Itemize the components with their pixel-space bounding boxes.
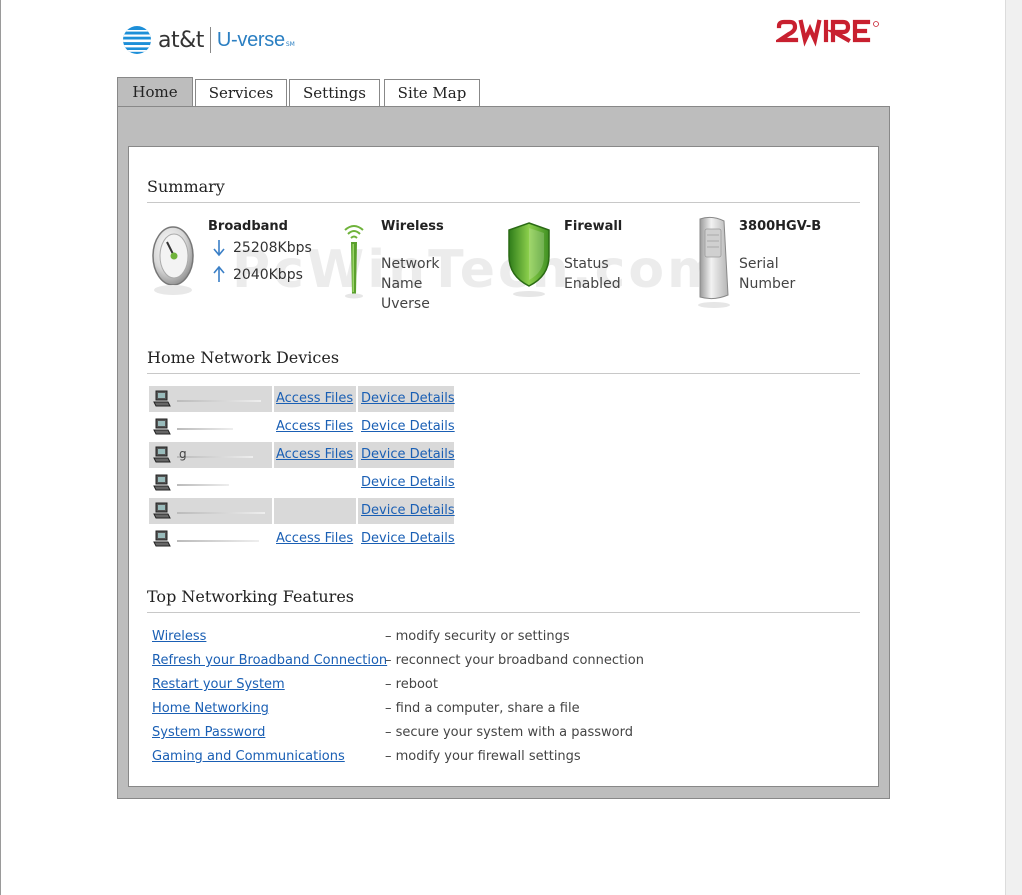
access-files-cell	[274, 498, 356, 524]
features-title: Top Networking Features	[147, 587, 355, 606]
download-speed: 25208Kbps	[233, 240, 312, 256]
broadband-label: Broadband	[208, 219, 288, 234]
tab-services-label: Services	[208, 84, 274, 102]
2wire-logo	[776, 19, 879, 47]
computer-icon	[153, 446, 171, 463]
device-details-link[interactable]: Device Details	[361, 503, 455, 518]
device-details-link[interactable]: Device Details	[361, 391, 455, 406]
device-name-redacted	[177, 400, 261, 402]
upload-speed: 2040Kbps	[233, 267, 303, 283]
serial-number-label: Number	[739, 276, 796, 292]
feature-link[interactable]: System Password	[152, 725, 265, 740]
access-files-link[interactable]: Access Files	[276, 391, 353, 406]
tab-home-label: Home	[132, 83, 178, 101]
device-name-text: g	[179, 447, 187, 461]
wireless-name-label: Name	[381, 276, 423, 292]
computer-icon	[153, 390, 171, 407]
access-files-link[interactable]: Access Files	[276, 531, 353, 546]
device-name-redacted	[177, 540, 259, 542]
computer-icon	[153, 474, 171, 491]
tab-site-map[interactable]: Site Map	[384, 79, 480, 106]
device-name-redacted	[177, 428, 233, 430]
device-model-label: 3800HGV-B	[739, 219, 822, 234]
wireless-antenna-icon	[344, 225, 364, 299]
access-files-link[interactable]: Access Files	[276, 447, 353, 462]
logo-separator	[209, 27, 211, 53]
broadband-gauge-icon	[152, 226, 194, 295]
device-row: Access Files Device Details	[149, 526, 455, 552]
firewall-shield-icon	[508, 222, 550, 297]
device-row: Device Details	[149, 470, 455, 496]
serial-label: Serial	[739, 256, 779, 272]
att-uverse-logo: at&t U-verse SM	[122, 24, 295, 56]
firewall-status-label: Status	[564, 256, 609, 272]
device-row: Device Details	[149, 498, 455, 524]
firewall-label: Firewall	[564, 219, 623, 234]
device-details-link[interactable]: Device Details	[361, 531, 455, 546]
computer-icon	[153, 418, 171, 435]
device-name-redacted	[177, 456, 253, 458]
feature-description: – find a computer, share a file	[385, 701, 580, 716]
devices-title: Home Network Devices	[147, 348, 340, 367]
tab-home[interactable]: Home	[117, 77, 193, 107]
feature-description: – modify security or settings	[385, 629, 570, 644]
access-files-cell	[274, 470, 356, 496]
device-name-redacted	[177, 484, 229, 486]
device-details-link[interactable]: Device Details	[361, 475, 455, 490]
computer-icon	[153, 502, 171, 519]
upload-arrow-icon	[213, 265, 225, 282]
tab-services[interactable]: Services	[195, 79, 287, 106]
uverse-text: U-verse	[216, 28, 285, 51]
tab-site-map-label: Site Map	[397, 84, 467, 102]
summary-divider	[147, 202, 860, 203]
summary-title: Summary	[147, 177, 225, 196]
features-divider	[147, 612, 860, 613]
feature-description: – reboot	[385, 677, 438, 692]
window-frame	[0, 0, 1, 895]
device-row: Access Files Device Details	[149, 386, 455, 412]
feature-link[interactable]: Home Networking	[152, 701, 269, 716]
wireless-network-label: Network	[381, 256, 440, 272]
feature-description: – reconnect your broadband connection	[385, 653, 644, 668]
device-details-link[interactable]: Device Details	[361, 419, 455, 434]
att-globe-icon	[123, 26, 151, 54]
access-files-link[interactable]: Access Files	[276, 419, 353, 434]
download-arrow-icon	[213, 240, 225, 257]
tab-settings[interactable]: Settings	[289, 79, 380, 106]
gateway-device-icon	[698, 216, 730, 308]
feature-link[interactable]: Wireless	[152, 629, 206, 644]
tab-settings-label: Settings	[303, 84, 366, 102]
devices-divider	[147, 373, 860, 374]
device-row: g Access Files Device Details	[149, 442, 455, 468]
vertical-scrollbar[interactable]	[1005, 0, 1022, 895]
feature-link[interactable]: Restart your System	[152, 677, 285, 692]
device-details-link[interactable]: Device Details	[361, 447, 455, 462]
device-name-redacted	[177, 512, 265, 514]
wireless-label: Wireless	[381, 219, 444, 234]
firewall-status-value: Enabled	[564, 276, 621, 292]
wireless-network-name: Uverse	[381, 296, 430, 312]
uverse-tm: SM	[285, 40, 295, 48]
feature-description: – modify your firewall settings	[385, 749, 581, 764]
feature-link[interactable]: Gaming and Communications	[152, 749, 345, 764]
computer-icon	[153, 530, 171, 547]
feature-link[interactable]: Refresh your Broadband Connection	[152, 653, 387, 668]
feature-description: – secure your system with a password	[385, 725, 634, 740]
att-text: at&t	[158, 27, 204, 53]
device-row: Access Files Device Details	[149, 414, 455, 440]
